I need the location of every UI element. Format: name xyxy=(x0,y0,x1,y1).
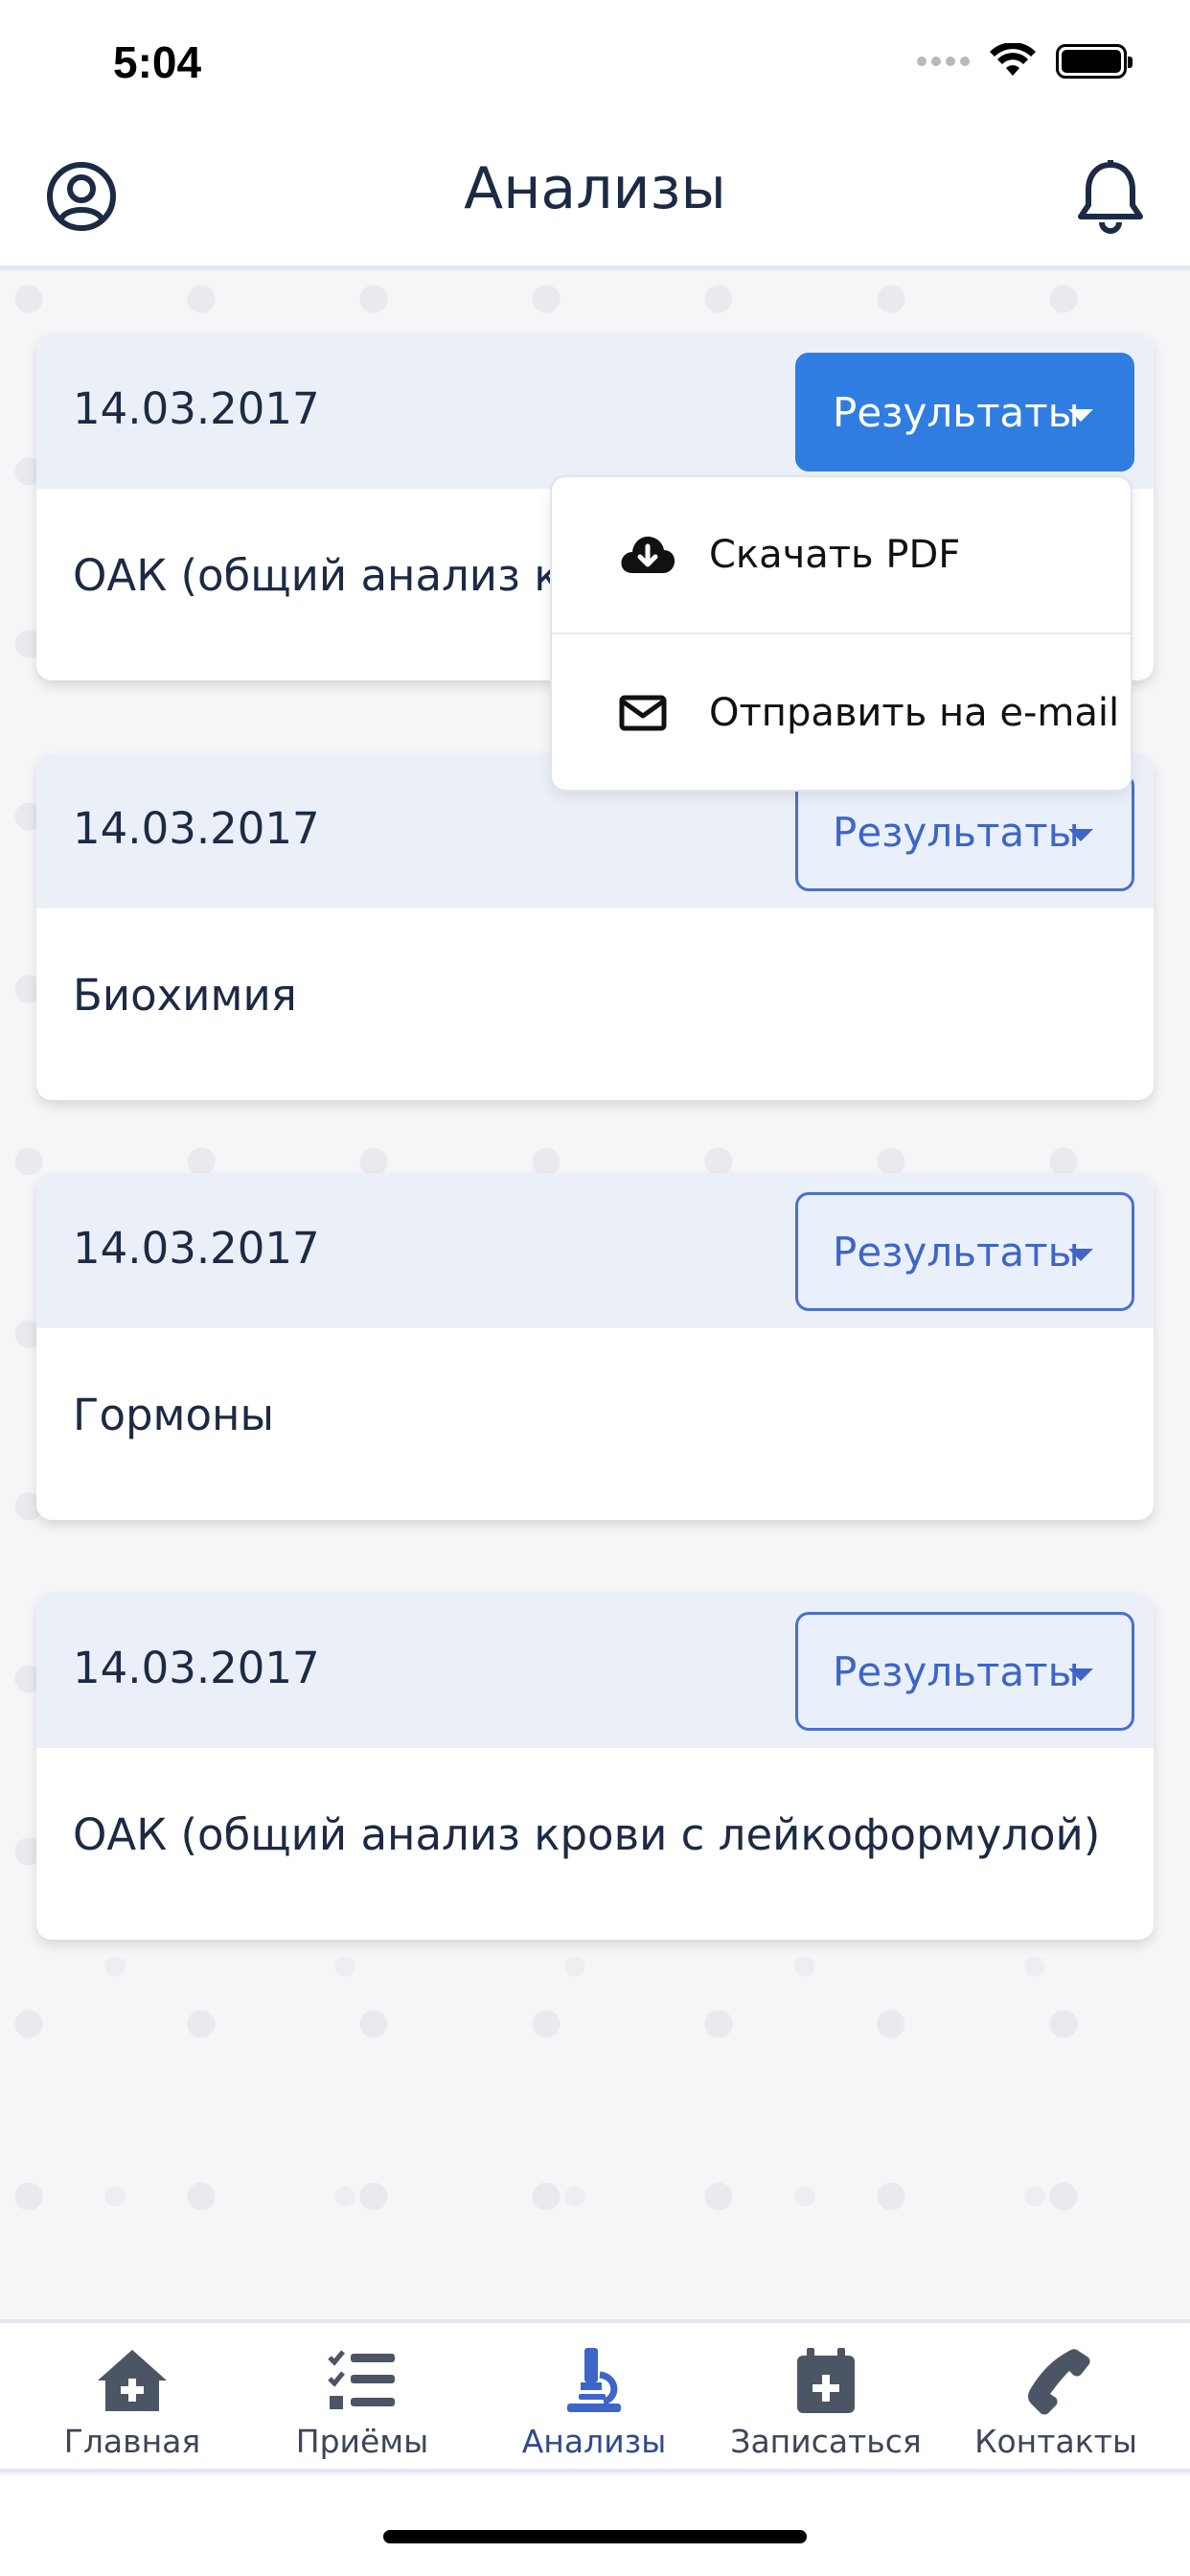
card-date: 14.03.2017 xyxy=(73,1223,320,1274)
status-bar: 5:04 xyxy=(0,0,1190,134)
card-header: 14.03.2017 Результаты xyxy=(36,1173,1154,1328)
results-dropdown-button[interactable]: Результаты xyxy=(795,1612,1134,1731)
card-title: Гормоны xyxy=(73,1390,274,1440)
results-dropdown-menu: Скачать PDF Отправить на e-mail xyxy=(550,475,1133,792)
download-pdf-label: Скачать PDF xyxy=(709,533,961,577)
caret-down-icon xyxy=(1068,1668,1093,1681)
status-time: 5:04 xyxy=(113,37,202,87)
card-title: ОАК (общий анализ крови с лейкоформулой) xyxy=(73,550,590,601)
home-plus-icon xyxy=(98,2350,167,2411)
tab-label: Записаться xyxy=(730,2423,922,2460)
card-date: 14.03.2017 xyxy=(73,1643,320,1693)
cloud-download-icon xyxy=(621,536,675,573)
top-header: Анализы xyxy=(0,134,1190,270)
results-button-label: Результаты xyxy=(833,1647,1080,1695)
send-email-menu-item[interactable]: Отправить на e-mail xyxy=(552,634,1131,792)
home-indicator[interactable] xyxy=(383,2530,807,2543)
caret-down-icon xyxy=(1068,1249,1093,1261)
status-icons xyxy=(917,42,1133,80)
card-title: Биохимия xyxy=(73,970,297,1021)
card-title: ОАК (общий анализ крови с лейкоформулой) xyxy=(73,1809,1101,1860)
results-button-label: Результаты xyxy=(833,388,1080,436)
battery-icon xyxy=(1056,44,1133,79)
send-email-label: Отправить на e-mail xyxy=(709,691,1120,735)
checklist-icon xyxy=(328,2350,395,2409)
cellular-signal-icon xyxy=(917,57,970,66)
app-screen: 5:04 Анализы 14.03.2017 Результаты ОАК (… xyxy=(0,0,1190,2576)
analysis-card[interactable]: 14.03.2017 Результаты Биохимия xyxy=(36,753,1154,1100)
analysis-card[interactable]: 14.03.2017 Результаты ОАК (общий анализ … xyxy=(36,1593,1154,1940)
card-header: 14.03.2017 Результаты xyxy=(36,334,1154,489)
results-button-label: Результаты xyxy=(833,808,1080,856)
card-header: 14.03.2017 Результаты xyxy=(36,1593,1154,1748)
calendar-plus-icon xyxy=(797,2348,855,2413)
envelope-icon xyxy=(619,695,667,731)
tab-label: Главная xyxy=(63,2423,201,2460)
tab-book[interactable]: Записаться xyxy=(711,2346,941,2471)
download-pdf-menu-item[interactable]: Скачать PDF xyxy=(552,477,1131,634)
phone-icon xyxy=(1028,2349,1090,2415)
tab-label: Контакты xyxy=(974,2423,1137,2460)
wifi-icon xyxy=(990,43,1036,76)
bottom-tab-bar: Главная Приёмы Анализы Записаться Контак… xyxy=(0,2319,1190,2472)
analysis-card[interactable]: 14.03.2017 Результаты Гормоны xyxy=(36,1173,1154,1520)
tab-label: Приёмы xyxy=(295,2423,429,2460)
results-button-label: Результаты xyxy=(833,1228,1080,1276)
tab-home[interactable]: Главная xyxy=(17,2346,247,2471)
caret-down-icon xyxy=(1068,829,1093,841)
results-dropdown-button[interactable]: Результаты xyxy=(795,353,1134,472)
tab-analyses[interactable]: Анализы xyxy=(479,2346,709,2471)
microscope-icon xyxy=(567,2348,621,2412)
card-date: 14.03.2017 xyxy=(73,383,320,434)
card-date: 14.03.2017 xyxy=(73,803,320,854)
home-indicator-area xyxy=(0,2476,1190,2576)
results-dropdown-button[interactable]: Результаты xyxy=(795,1192,1134,1311)
caret-down-icon xyxy=(1068,409,1093,422)
tab-contacts[interactable]: Контакты xyxy=(941,2346,1171,2471)
tab-appointments[interactable]: Приёмы xyxy=(247,2346,477,2471)
tab-label: Анализы xyxy=(521,2423,667,2460)
page-title: Анализы xyxy=(464,155,726,222)
bell-icon[interactable] xyxy=(1075,159,1146,236)
